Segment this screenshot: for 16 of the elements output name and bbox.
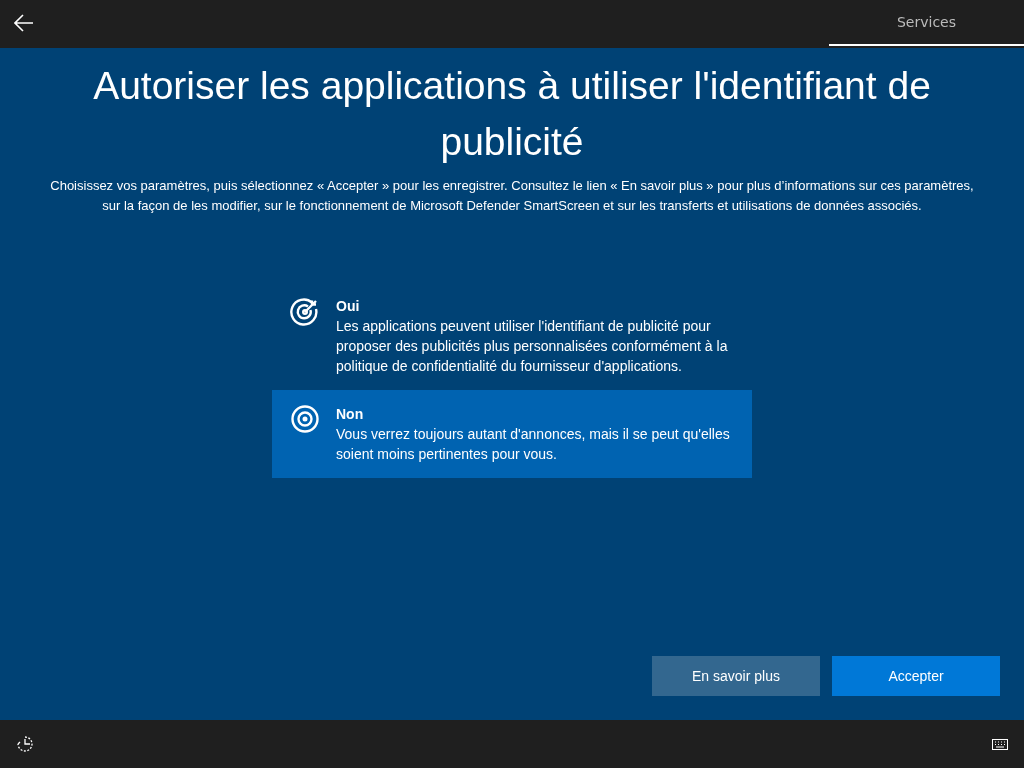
back-arrow-icon[interactable] (14, 14, 34, 32)
page-title: Autoriser les applications à utiliser l'identifiant de publicité (92, 63, 932, 165)
option-description: Vous verrez toujours autant d'annonces, mais il se peut qu'elles soient moins pertinentes pour vous. (336, 425, 731, 464)
keyboard-icon[interactable] (992, 738, 1008, 750)
option-label: Non (336, 405, 365, 424)
accept-button[interactable]: Accepter (832, 656, 1000, 696)
target-arrow-icon (290, 296, 320, 326)
learn-more-button[interactable]: En savoir plus (652, 656, 820, 696)
services-tab[interactable]: Services (829, 0, 1024, 46)
accessibility-icon[interactable] (16, 735, 34, 753)
option-item[interactable]: Non Vous verrez toujours autant d'annonces, mais il se peut qu'elles soient moins pertinentes pour vous. (272, 390, 752, 478)
target-icon (290, 404, 320, 434)
option-label: Oui (336, 297, 361, 316)
option-item[interactable]: Oui Les applications peuvent utiliser l'identifiant de publicité pour proposer des publicités plus personnalisées conformément à la politique de confidentialité du fournisseur d'applications. (272, 282, 752, 390)
description-text: Choisissez vos paramètres, puis sélectionnez « Accepter » pour les enregistrer. Consultez le lien « En savoir plus » pour plus d’informations sur ces paramètres, sur la façon de les modifier, sur le fonctionnement de Microsoft Defender SmartScreen et sur les transferts et utilisations de données associés. (49, 177, 975, 215)
option-description: Les applications peuvent utiliser l'identifiant de publicité pour proposer des publicités plus personnalisées conformément à la politique de confidentialité du fournisseur d'applications. (336, 317, 729, 376)
